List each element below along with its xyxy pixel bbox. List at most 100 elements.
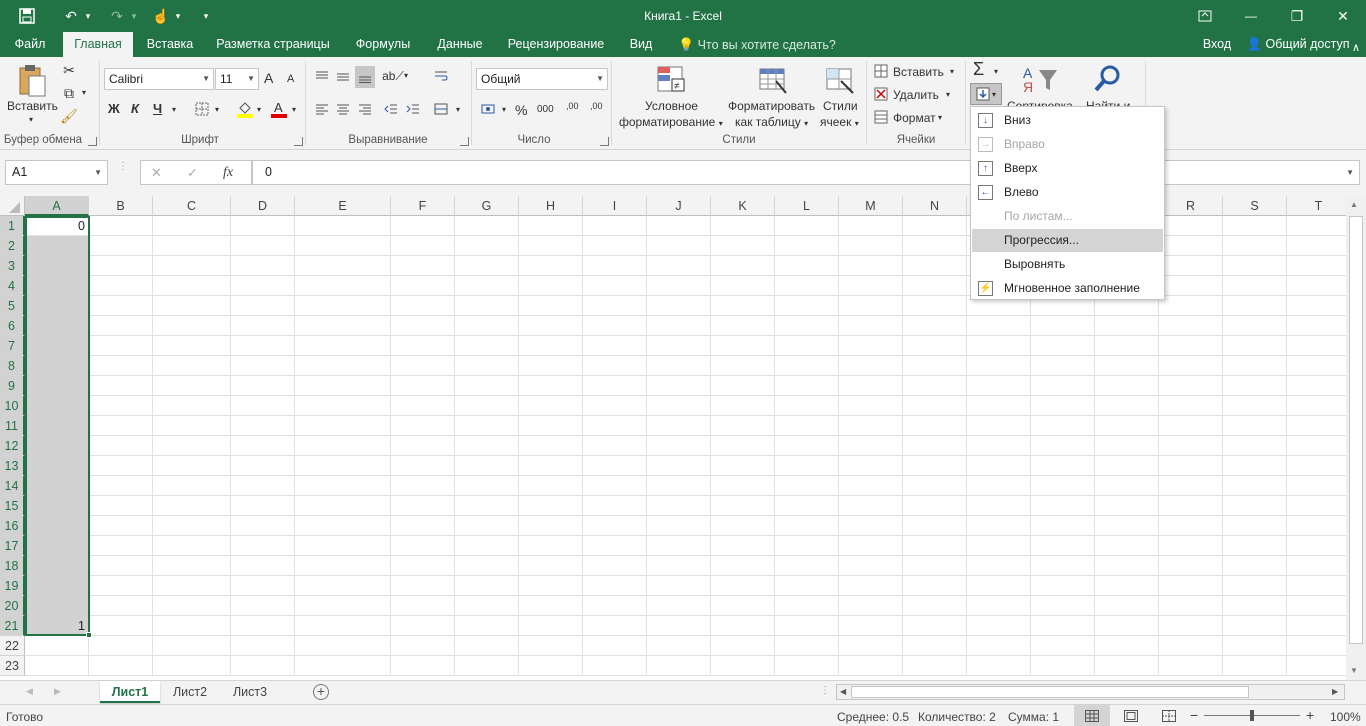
orientation-dropdown-icon[interactable]: ▾ (404, 71, 408, 80)
vertical-scrollbar[interactable]: ▲ ▼ (1346, 196, 1366, 680)
confirm-entry-icon[interactable]: ✓ (187, 165, 198, 181)
copy-icon[interactable]: ⧉ (60, 84, 78, 102)
row-header-20[interactable]: 20 (0, 596, 25, 616)
name-box-dropdown-icon[interactable]: ▼ (94, 161, 102, 184)
copy-dropdown-icon[interactable]: ▾ (82, 88, 86, 97)
font-color-icon[interactable]: A (270, 99, 288, 119)
page-break-view-button[interactable] (1162, 710, 1176, 725)
cell-styles-button[interactable]: ячеек ▾ (820, 115, 859, 129)
delete-cells-icon[interactable] (873, 86, 889, 102)
italic-button[interactable]: К (131, 101, 139, 116)
collapse-ribbon-icon[interactable]: ∧ (1352, 41, 1360, 54)
column-header-k[interactable]: K (711, 196, 775, 216)
tab-home[interactable]: Главная (63, 32, 133, 57)
delete-cells-dropdown-icon[interactable]: ▾ (946, 90, 950, 99)
name-box[interactable]: A1 ▼ (5, 160, 108, 185)
tell-me-search[interactable]: 💡 Что вы хотите сделать? (678, 32, 838, 57)
cut-icon[interactable]: ✂ (60, 61, 78, 79)
borders-icon[interactable] (193, 100, 211, 118)
next-sheet-icon[interactable]: ▶ (54, 686, 61, 697)
row-header-6[interactable]: 6 (0, 316, 25, 336)
font-name-combo[interactable]: Calibri ▼ (104, 68, 214, 90)
cell-a1[interactable]: 0 (25, 216, 89, 236)
tab-insert[interactable]: Вставка (140, 32, 200, 57)
column-header-a[interactable]: A (25, 196, 89, 216)
scroll-down-icon[interactable]: ▼ (1350, 666, 1358, 675)
cell-styles-label[interactable]: Стили (823, 99, 858, 113)
fill-menu-item-series[interactable]: Прогрессия... (972, 229, 1163, 252)
accounting-format-icon[interactable] (479, 100, 499, 118)
zoom-in-button[interactable]: + (1306, 707, 1314, 723)
row-header-16[interactable]: 16 (0, 516, 25, 536)
align-middle-icon[interactable] (334, 67, 352, 85)
cell-a21[interactable]: 1 (25, 616, 89, 636)
row-header-7[interactable]: 7 (0, 336, 25, 356)
insert-cells-icon[interactable] (873, 63, 889, 79)
find-select-icon[interactable] (1092, 63, 1124, 95)
row-header-23[interactable]: 23 (0, 656, 25, 676)
select-all-button[interactable] (0, 196, 25, 216)
horizontal-scrollbar[interactable]: ◀ ▶ (836, 684, 1345, 700)
increase-decimal-button[interactable]: ,00 (566, 102, 586, 111)
cancel-entry-icon[interactable]: ✕ (151, 165, 162, 181)
column-header-s[interactable]: S (1223, 196, 1287, 216)
paste-button[interactable]: Вставить (7, 99, 58, 113)
sheet-tab-3[interactable]: Лист3 (222, 681, 278, 703)
fill-menu-item-left[interactable]: ← Влево (972, 181, 1163, 204)
percent-style-button[interactable]: % (515, 102, 527, 118)
fill-menu-item-up[interactable]: ↑ Вверх (972, 157, 1163, 180)
expand-formula-bar-icon[interactable]: ▼ (1346, 161, 1354, 184)
format-cells-button[interactable]: Формат (893, 111, 936, 125)
format-cells-icon[interactable] (873, 109, 889, 125)
alignment-launcher-icon[interactable] (460, 137, 469, 146)
page-layout-view-button[interactable] (1124, 710, 1138, 725)
minimize-button[interactable]: — (1228, 0, 1274, 32)
merge-center-icon[interactable] (432, 100, 450, 118)
font-size-combo[interactable]: 11 ▼ (215, 68, 259, 90)
row-header-12[interactable]: 12 (0, 436, 25, 456)
column-header-f[interactable]: F (391, 196, 455, 216)
format-as-table-label[interactable]: Форматировать (728, 99, 815, 113)
row-header-21[interactable]: 21 (0, 616, 25, 636)
align-bottom-icon[interactable] (355, 66, 375, 88)
fill-menu-item-flash-fill[interactable]: ⚡ Мгновенное заполнение (972, 277, 1163, 300)
fill-button[interactable]: ▾ (970, 83, 1002, 105)
close-button[interactable]: ✕ (1320, 0, 1366, 32)
sheet-tab-1[interactable]: Лист1 (100, 681, 160, 703)
underline-dropdown-icon[interactable]: ▾ (172, 105, 176, 114)
row-header-11[interactable]: 11 (0, 416, 25, 436)
insert-cells-dropdown-icon[interactable]: ▾ (950, 67, 954, 76)
tab-file[interactable]: Файл (6, 32, 54, 57)
insert-cells-button[interactable]: Вставить (893, 65, 944, 79)
tab-formulas[interactable]: Формулы (346, 32, 420, 57)
sheet-tab-2[interactable]: Лист2 (162, 681, 218, 703)
align-left-icon[interactable] (313, 100, 331, 118)
row-header-18[interactable]: 18 (0, 556, 25, 576)
insert-function-icon[interactable]: fx (223, 165, 233, 181)
fill-menu-item-justify[interactable]: Выровнять (972, 253, 1163, 276)
grow-font-icon[interactable]: A (264, 70, 273, 86)
fill-menu-item-down[interactable]: ↓ Вниз (972, 109, 1163, 132)
row-header-17[interactable]: 17 (0, 536, 25, 556)
row-header-5[interactable]: 5 (0, 296, 25, 316)
bold-button[interactable]: Ж (108, 101, 120, 116)
fill-menu-item-across-sheets[interactable]: По листам... (972, 205, 1163, 228)
scroll-up-icon[interactable]: ▲ (1350, 200, 1358, 209)
zoom-level[interactable]: 100% (1330, 710, 1361, 724)
column-header-e[interactable]: E (295, 196, 391, 216)
row-header-9[interactable]: 9 (0, 376, 25, 396)
format-painter-icon[interactable]: 🖌 (60, 107, 78, 125)
column-header-c[interactable]: C (153, 196, 231, 216)
conditional-formatting-label[interactable]: Условное (645, 99, 698, 113)
column-header-i[interactable]: I (583, 196, 647, 216)
decrease-indent-icon[interactable] (382, 100, 400, 118)
prev-sheet-icon[interactable]: ◀ (26, 686, 33, 697)
tab-split-handle-icon[interactable]: ⋮ (820, 685, 830, 696)
underline-button[interactable]: Ч (153, 101, 162, 116)
maximize-button[interactable]: ❐ (1274, 0, 1320, 32)
cell-styles-icon[interactable] (823, 63, 857, 97)
wrap-text-icon[interactable] (432, 67, 450, 85)
font-launcher-icon[interactable] (294, 137, 303, 146)
tab-view[interactable]: Вид (620, 32, 662, 57)
orientation-icon[interactable]: ab⟋ (382, 67, 404, 85)
